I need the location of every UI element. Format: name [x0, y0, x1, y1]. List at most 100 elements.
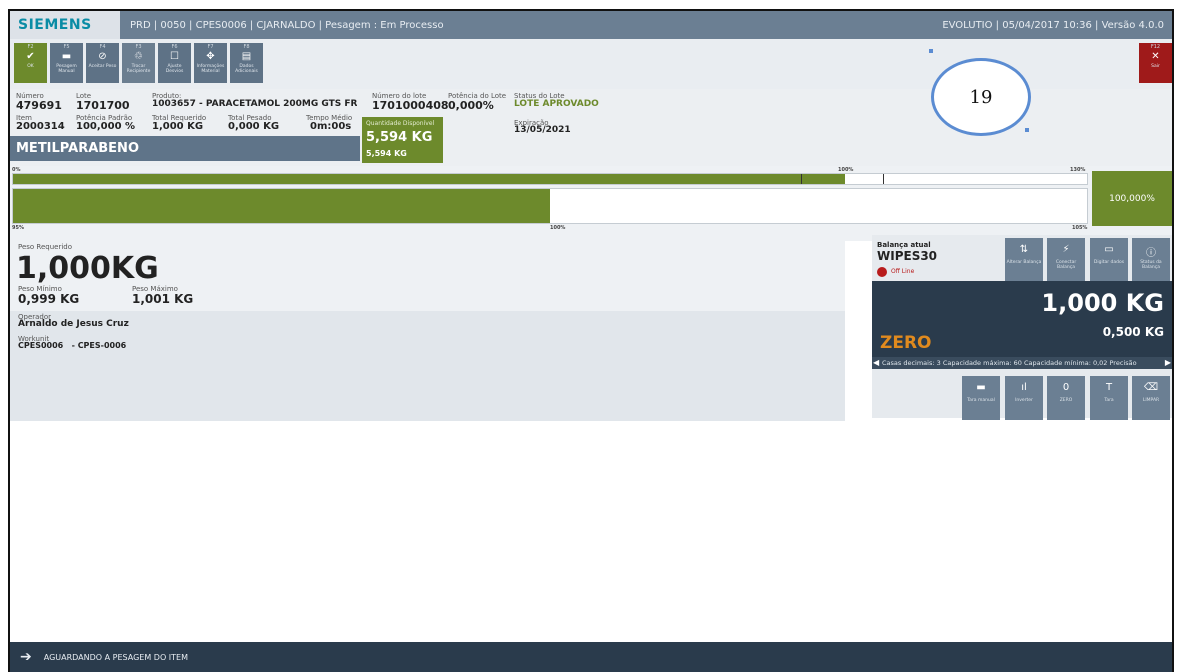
peso-max-value: 1,001 KG [132, 292, 194, 306]
material-info-key: F7 [207, 44, 214, 50]
scale-name: WIPES30 [877, 249, 938, 263]
change-scale-button[interactable]: ⇅ Alterar Balança [1005, 238, 1043, 282]
accept-weight-label: Aceitar Peso [88, 64, 117, 69]
invert-button[interactable]: ıl Inverter [1005, 376, 1043, 420]
manual-tare-icon: ▬ [976, 382, 986, 393]
keyboard-icon: ▭ [1104, 244, 1114, 255]
app-window: SIEMENS PRD | 0050 | CPES0006 | CJARNALD… [8, 9, 1174, 672]
container-icon: ♲ [134, 51, 143, 62]
additional-data-key: F8 [243, 44, 250, 50]
scale-info-text: Casas decimais: 3 Capacidade máxima: 60 … [882, 359, 1137, 367]
scroll-right-icon[interactable]: ▶ [1164, 357, 1171, 369]
scale-status: Off Line [891, 268, 915, 275]
manual-weighing-button[interactable]: F5 ▬ Pesagem Manual [50, 43, 83, 83]
type-data-button[interactable]: ▭ Digitar dados [1090, 238, 1128, 282]
exit-label: Sair [1151, 64, 1160, 69]
tare-icon: T [1105, 382, 1113, 393]
change-scale-label: Alterar Balança [1006, 260, 1042, 265]
tempo-value: 0m:00s [310, 121, 352, 132]
operator-name: Arnaldo de Jesus Cruz [18, 319, 129, 329]
cumulative-progress-bar [12, 173, 1088, 185]
qtd-label: Quantidade Disponível [366, 120, 435, 127]
clear-button[interactable]: ⌫ LIMPAR [1132, 376, 1170, 420]
exit-button[interactable]: F12 ✕ Sair [1139, 43, 1172, 83]
change-container-button[interactable]: F3 ♲ Trocar Recipiente [122, 43, 155, 83]
connect-scale-button[interactable]: ⚡ Conectar Balança [1047, 238, 1085, 282]
adjust-icon: ☐ [170, 51, 179, 62]
title-bar: SIEMENS PRD | 0050 | CPES0006 | CJARNALD… [10, 11, 1172, 39]
scale-icon: ▬ [61, 51, 72, 62]
zero-icon: 0 [1062, 382, 1070, 393]
manual-tare-button[interactable]: ▬ Tara manual [962, 376, 1000, 420]
material-info-label: Informações Material [196, 64, 225, 74]
change-container-key: F3 [135, 44, 142, 50]
scale-status-label: Status da Balança [1140, 260, 1162, 270]
additional-data-label: Dados Adicionais [235, 64, 258, 74]
accept-icon: ⊘ [98, 51, 107, 62]
zero-button[interactable]: 0 ZERO [1047, 376, 1085, 420]
lightning-icon: ⚡ [1062, 244, 1070, 255]
tare-label: Tara [1104, 398, 1114, 403]
adjust-deviations-label: Ajuste Desvios [165, 64, 184, 74]
additional-data-button[interactable]: F8 ▤ Dados Adicionais [230, 43, 263, 83]
progress-marker [801, 174, 802, 184]
total-req-value: 1,000 KG [152, 121, 204, 132]
numero-lote-value: 1701000408 [372, 99, 449, 112]
total-pes-value: 0,000 KG [228, 121, 280, 132]
adjust-deviations-button[interactable]: F6 ☐ Ajuste Desvios [158, 43, 191, 83]
status-lote-value: LOTE APROVADO [514, 99, 599, 109]
manual-weighing-label: Pesagem Manual [56, 64, 77, 74]
annotation-dot [929, 49, 933, 53]
peso-req-value: 1,000KG [16, 251, 159, 286]
ok-button[interactable]: F2 ✔ OK [14, 43, 47, 83]
zero-label: ZERO [1059, 398, 1073, 403]
ok-label: OK [27, 64, 34, 69]
change-container-label: Trocar Recipiente [126, 64, 151, 74]
adjust-deviations-key: F6 [171, 44, 178, 50]
qtd-value: 5,594 KG [366, 130, 433, 145]
check-icon: ✔ [26, 51, 35, 62]
scale-reading: 1,000 KG [1041, 289, 1164, 317]
bars-icon: ıl [1021, 382, 1027, 393]
manual-weighing-key: F5 [63, 44, 70, 50]
scale-tare-value: 0,500 KG [1102, 325, 1164, 339]
item-value: 2000314 [16, 121, 65, 132]
tolerance-progress-bar [12, 188, 1088, 224]
workunit-value: CPES0006 - CPES-0006 [18, 341, 127, 350]
bottom-tick-start: 95% [12, 225, 24, 231]
backspace-icon: ⌫ [1143, 382, 1159, 393]
annotation-dot [1025, 128, 1029, 132]
qtd-value-secondary: 5,594 KG [366, 149, 407, 158]
status-message: AGUARDANDO A PESAGEM DO ITEM [43, 652, 188, 662]
scroll-left-icon[interactable]: ◀ [873, 357, 879, 369]
ok-key: F2 [27, 44, 34, 50]
produto-value: 1003657 - PARACETAMOL 200MG GTS FRX15ML [152, 99, 357, 109]
scale-display: 1,000 KG 0,500 KG ZERO [872, 281, 1172, 366]
arrow-right-icon: ➔ [20, 649, 32, 665]
expiracao-value: 13/05/2021 [514, 125, 571, 135]
tare-button[interactable]: T Tara [1090, 376, 1128, 420]
material-info-button[interactable]: F7 ✥ Informações Material [194, 43, 227, 83]
change-scale-icon: ⇅ [1019, 244, 1029, 255]
tolerance-progress-fill [13, 189, 550, 223]
operator-panel: Operador Arnaldo de Jesus Cruz Workunit … [10, 311, 845, 421]
connect-scale-label: Conectar Balança [1055, 260, 1077, 270]
percent-box: 100,000% [1092, 171, 1172, 226]
scale-status-button[interactable]: ⓘ Status da Balança [1132, 238, 1170, 282]
manual-tare-label: Tara manual [967, 398, 995, 403]
cumulative-progress-fill [13, 174, 846, 184]
close-icon: ✕ [1151, 51, 1160, 62]
scale-label: Balança atual [877, 241, 931, 249]
bottom-tick-mid: 100% [550, 225, 566, 231]
info-material-icon: ✥ [206, 51, 215, 62]
potencia-value: 100,000 % [76, 121, 136, 132]
info-icon: ⓘ [1146, 248, 1156, 259]
annotation-callout: 19 [931, 58, 1031, 136]
peso-min-value: 0,999 KG [18, 292, 80, 306]
numero-value: 479691 [16, 99, 62, 112]
invert-label: Inverter [1015, 398, 1033, 403]
accept-weight-button[interactable]: F4 ⊘ Aceitar Peso [86, 43, 119, 83]
accept-weight-key: F4 [99, 44, 106, 50]
bottom-tick-end: 105% [1072, 225, 1088, 231]
scale-info-strip: ◀ Casas decimais: 3 Capacidade máxima: 6… [872, 357, 1172, 369]
